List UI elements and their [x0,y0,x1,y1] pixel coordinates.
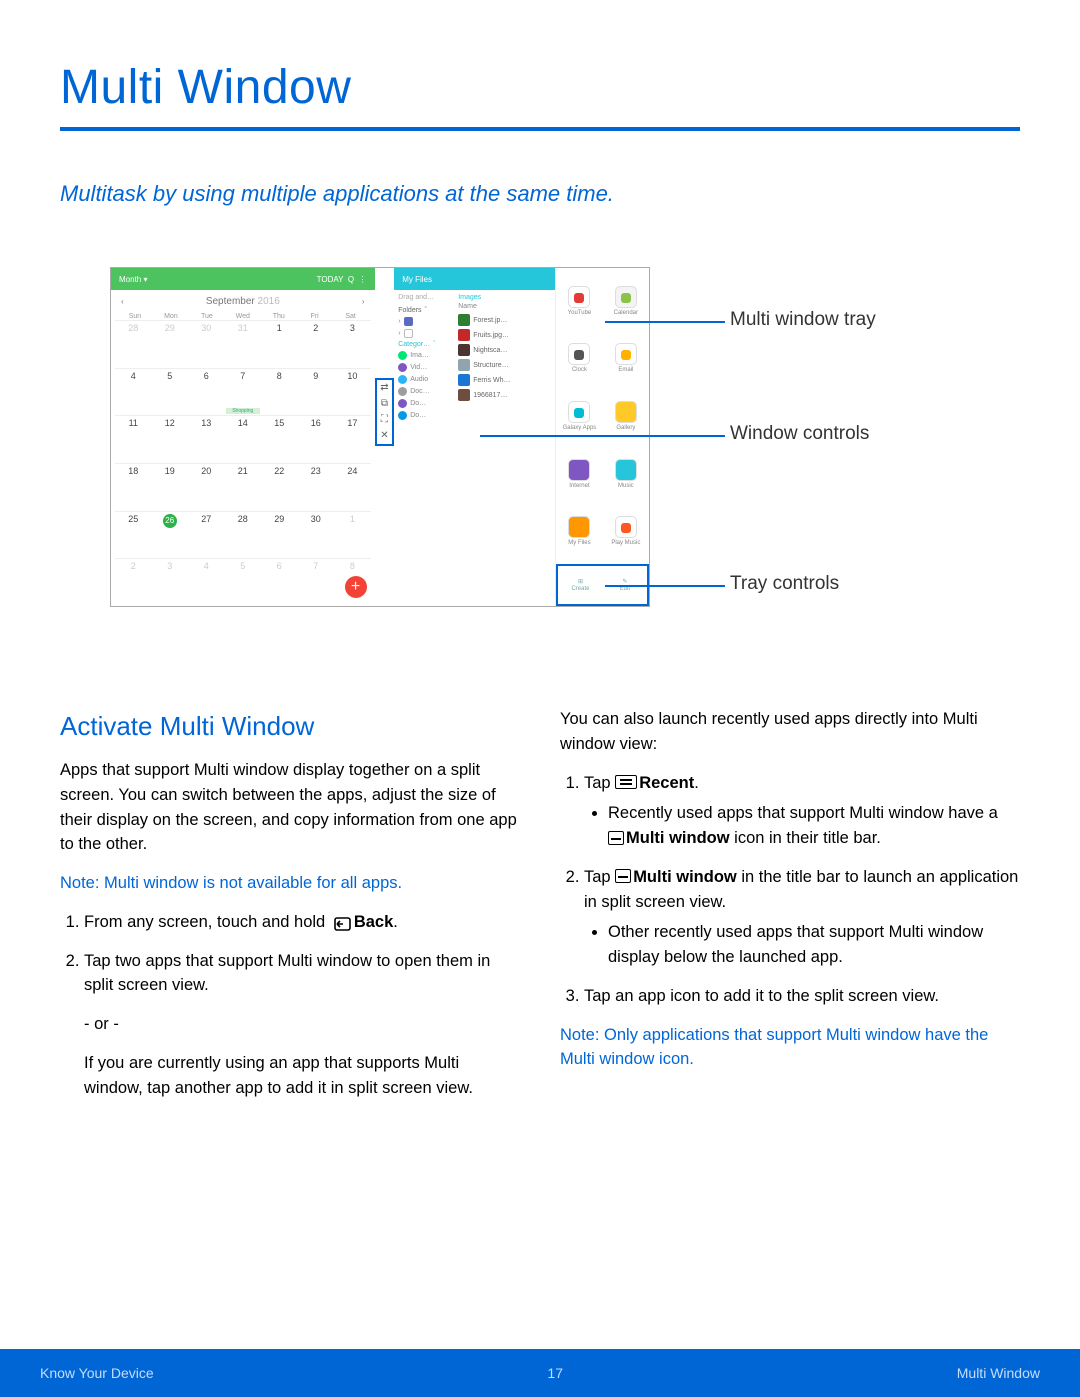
back-icon [330,914,352,928]
dow-label: Mon [153,313,189,320]
step-item: From any screen, touch and hold Back. [84,910,520,935]
images-tab: Images [458,294,553,301]
intro-text: Apps that support Multi window display t… [60,758,520,857]
dow-label: Thu [261,313,297,320]
categories-label: Categor… [398,341,430,348]
file-item: Ferris Wh… [473,377,510,384]
step-item: Tap an app icon to add it to the split s… [584,984,1020,1009]
tray-app: My Files [556,502,602,560]
multi-window-icon [615,869,631,883]
dow-label: Tue [189,313,225,320]
calendar-year: 2016 [258,296,280,307]
file-item: Structure… [473,362,508,369]
step-item: Tap Multi window in the title bar to lau… [584,865,1020,970]
multi-window-tray: YouTubeCalendarClockEmailGalaxy AppsGall… [556,268,649,564]
dow-label: Sun [117,313,153,320]
callout-tray: Multi window tray [730,309,876,331]
note-text: Note: Multi window is not available for … [60,871,520,896]
drag-hint: Drag and… [398,294,452,301]
title-divider [60,127,1020,131]
tray-app: Internet [556,445,602,503]
callout-tray-controls: Tray controls [730,573,839,595]
cat-item: Do… [410,400,426,407]
swap-icon: ⇄ [380,382,388,395]
dow-label: Fri [297,313,333,320]
cat-item: Ima… [410,352,429,359]
tray-app: YouTube [556,272,602,330]
callout-controls: Window controls [730,423,869,445]
next-month-icon: › [362,297,365,306]
calendar-add-icon: + [345,576,367,598]
tray-app: Music [603,445,649,503]
page-footer: Know Your Device 17 Multi Window [0,1349,1080,1397]
file-item: 1966817… [473,392,507,399]
footer-page-number: 17 [154,1365,957,1381]
page-title: Multi Window [60,60,1020,115]
create-icon: ⊞ [578,578,583,585]
file-item: Forest.jp… [473,317,507,324]
dow-label: Wed [225,313,261,320]
recent-icon [615,775,637,789]
tray-app: Play Music [603,502,649,560]
step-item: Tap Recent. Recently used apps that supp… [584,771,1020,851]
step-item: Tap two apps that support Multi window t… [84,949,520,999]
dow-label: Sat [333,313,369,320]
cat-item: Vid… [410,364,427,371]
tray-create-label: Create [571,586,589,592]
folders-label: Folders [398,307,421,314]
file-item: Fruits.jpg… [473,332,509,339]
calendar-today-label: TODAY [317,275,344,284]
tray-app: Clock [556,330,602,388]
files-title: My Files [402,275,432,284]
right-intro: You can also launch recently used apps d… [560,707,1020,757]
calendar-month: September [206,296,255,307]
prev-month-icon: ‹ [121,297,124,306]
multi-window-icon [608,831,624,845]
device-illustration: Month ▾ TODAY Q ⋮ ‹ September 2016 › Sun… [110,267,650,607]
cat-item: Do… [410,412,426,419]
fullscreen-icon: ⛶ [381,414,388,427]
calendar-view-label: Month [119,275,141,284]
bullet-item: Other recently used apps that support Mu… [608,920,1020,970]
section-heading: Activate Multi Window [60,707,520,746]
file-item: Nightsca… [473,347,507,354]
bullet-item: Recently used apps that support Multi wi… [608,801,1020,851]
cat-item: Doc… [410,388,429,395]
footer-left: Know Your Device [40,1365,154,1381]
tray-app: Email [603,330,649,388]
page-subtitle: Multitask by using multiple applications… [60,181,1020,207]
or-label: - or - [60,1012,520,1037]
cat-item: Audio [410,376,428,383]
or-text: If you are currently using an app that s… [60,1051,520,1101]
edit-icon: ✎ [622,578,627,585]
name-header: Name [458,303,553,310]
note-text: Note: Only applications that support Mul… [560,1023,1020,1073]
calendar-event: Shopping [226,408,261,414]
footer-right: Multi Window [957,1365,1040,1381]
copy-icon: ⧉ [381,398,388,411]
close-icon: ✕ [380,430,388,443]
window-controls-group: ⇄ ⧉ ⛶ ✕ [375,378,395,446]
